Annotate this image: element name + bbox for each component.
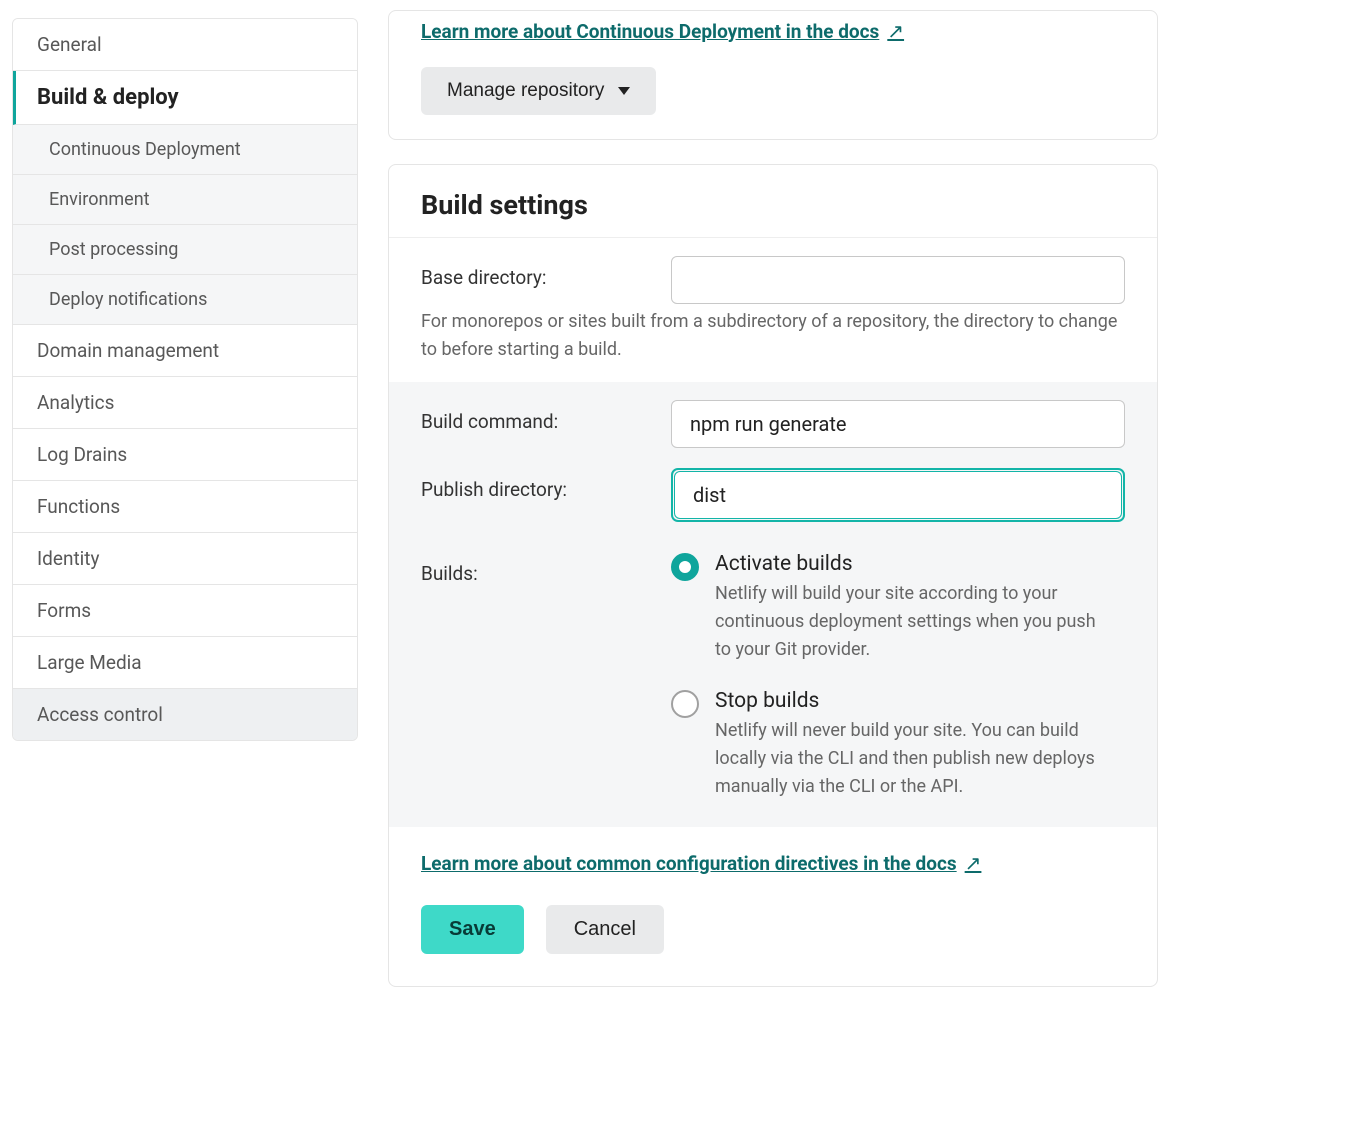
radio-activate-title: Activate builds <box>715 552 1115 576</box>
sidebar-sub-environment[interactable]: Environment <box>13 175 357 225</box>
continuous-deployment-card: Learn more about Continuous Deployment i… <box>388 10 1158 140</box>
manage-repository-label: Manage repository <box>447 80 604 102</box>
build-settings-title: Build settings <box>421 189 1125 221</box>
publish-directory-input[interactable] <box>674 471 1122 519</box>
sidebar-sub-continuous-deployment[interactable]: Continuous Deployment <box>13 125 357 175</box>
sidebar-item-forms[interactable]: Forms <box>13 585 357 637</box>
radio-stop-desc: Netlify will never build your site. You … <box>715 717 1115 801</box>
base-directory-input[interactable] <box>671 256 1125 304</box>
manage-repository-button[interactable]: Manage repository <box>421 67 656 115</box>
sidebar-item-functions[interactable]: Functions <box>13 481 357 533</box>
save-button[interactable]: Save <box>421 905 524 954</box>
base-directory-label: Base directory: <box>421 256 651 304</box>
sidebar-item-log-drains[interactable]: Log Drains <box>13 429 357 481</box>
build-settings-card: Build settings Base directory: For monor… <box>388 164 1158 987</box>
radio-activate-desc: Netlify will build your site according t… <box>715 580 1115 664</box>
external-link-icon: ↗ <box>965 851 982 875</box>
build-command-label: Build command: <box>421 400 651 448</box>
radio-stop-title: Stop builds <box>715 689 1115 713</box>
sidebar-item-build-deploy[interactable]: Build & deploy <box>13 71 357 125</box>
sidebar-sub-post-processing[interactable]: Post processing <box>13 225 357 275</box>
sidebar-item-analytics[interactable]: Analytics <box>13 377 357 429</box>
radio-icon-unselected[interactable] <box>671 690 699 718</box>
settings-sidebar: General Build & deploy Continuous Deploy… <box>12 18 358 741</box>
sidebar-item-identity[interactable]: Identity <box>13 533 357 585</box>
learn-cd-link-text: Learn more about Continuous Deployment i… <box>421 20 879 43</box>
sidebar-item-large-media[interactable]: Large Media <box>13 637 357 689</box>
learn-config-link-text: Learn more about common configuration di… <box>421 852 957 875</box>
build-command-input[interactable] <box>671 400 1125 448</box>
radio-stop-builds[interactable]: Stop builds Netlify will never build you… <box>671 689 1125 801</box>
radio-icon-selected[interactable] <box>671 553 699 581</box>
sidebar-item-domain-management[interactable]: Domain management <box>13 325 357 377</box>
external-link-icon: ↗ <box>887 19 904 43</box>
chevron-down-icon <box>618 87 630 95</box>
radio-activate-builds[interactable]: Activate builds Netlify will build your … <box>671 552 1125 664</box>
cancel-button[interactable]: Cancel <box>546 905 664 954</box>
base-directory-help: For monorepos or sites built from a subd… <box>389 308 1157 382</box>
sidebar-item-access-control[interactable]: Access control <box>13 689 357 740</box>
learn-cd-link[interactable]: Learn more about Continuous Deployment i… <box>421 19 904 43</box>
builds-label: Builds: <box>421 552 651 801</box>
learn-config-link[interactable]: Learn more about common configuration di… <box>421 851 981 875</box>
sidebar-sub-deploy-notifications[interactable]: Deploy notifications <box>13 275 357 325</box>
publish-directory-label: Publish directory: <box>421 468 651 522</box>
sidebar-item-general[interactable]: General <box>13 19 357 71</box>
